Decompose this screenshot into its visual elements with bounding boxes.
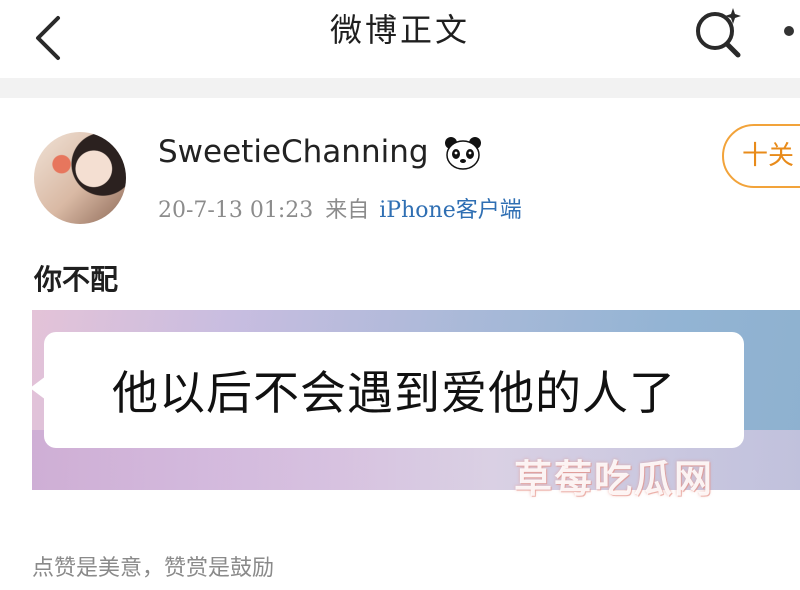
from-label: 来自: [325, 198, 370, 223]
reward-hint: 点赞是美意，赞赏是鼓励: [32, 556, 275, 581]
chat-bubble-text: 他以后不会遇到爱他的人了: [112, 366, 676, 420]
section-divider: [0, 78, 800, 98]
search-sparkle-icon: [696, 8, 741, 58]
post-meta: 20-7-13 01:23 来自 iPhone客户端: [158, 192, 522, 224]
post-date: 20-7-13 01:23: [158, 198, 314, 223]
post-image[interactable]: 他以后不会遇到爱他的人了: [32, 310, 800, 490]
post-source-link[interactable]: iPhone客户端: [379, 198, 521, 223]
page-title: 微博正文: [329, 11, 470, 49]
top-navigation-bar: 微博正文: [0, 0, 800, 78]
panda-emoji-icon: [445, 137, 481, 170]
watermark-url: www.cmcgw.com: [570, 510, 695, 525]
weibo-post: SweetieChanning 20-7-13 01:23 来自 iPhone客户端…: [0, 98, 800, 590]
more-button[interactable]: [776, 6, 800, 56]
search-button[interactable]: [690, 4, 748, 62]
follow-button[interactable]: 十关: [722, 124, 800, 188]
chat-bubble: 他以后不会遇到爱他的人了: [32, 332, 744, 448]
username[interactable]: SweetieChanning: [158, 134, 429, 170]
avatar[interactable]: [34, 132, 126, 224]
more-dots-icon: [784, 26, 794, 36]
post-text: 你不配: [34, 263, 119, 296]
